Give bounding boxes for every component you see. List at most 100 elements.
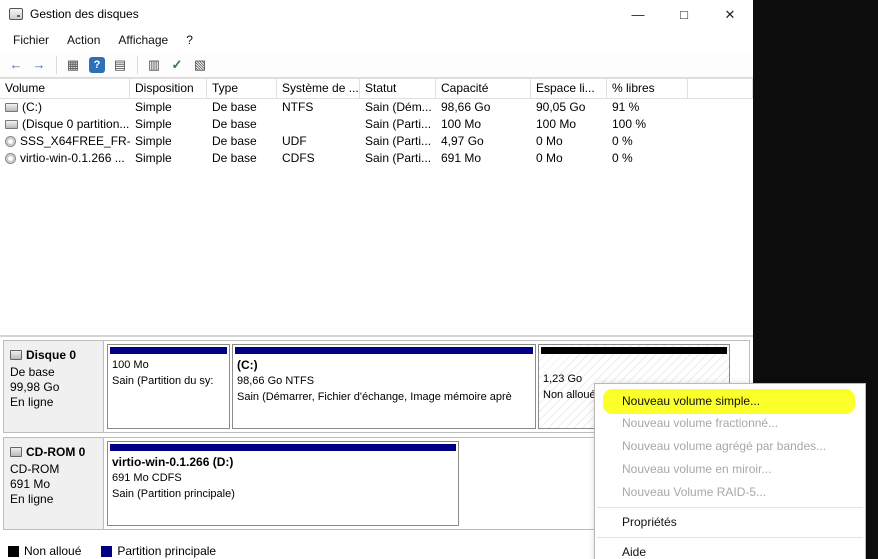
action-pane-icon[interactable]: ▥ <box>143 55 165 75</box>
toolbar-separator <box>56 56 57 74</box>
properties-icon[interactable]: ▧ <box>189 55 211 75</box>
app-icon <box>9 8 23 20</box>
legend-label-primary: Partition principale <box>117 544 216 558</box>
window-title: Gestion des disques <box>30 7 139 21</box>
context-menu: Nouveau volume simple... Nouveau volume … <box>594 383 866 559</box>
cell-pct-libres: 0 % <box>607 133 688 150</box>
partition-size: 100 Mo <box>112 357 229 373</box>
disk0-label-panel[interactable]: Disque 0 De base 99,98 Go En ligne <box>4 341 104 432</box>
column-header-type[interactable]: Type <box>207 79 277 98</box>
menu-action[interactable]: Action <box>58 29 109 52</box>
cell-statut: Sain (Parti... <box>360 116 436 133</box>
cdrom-icon <box>10 447 22 457</box>
partition-d-drive[interactable]: virtio-win-0.1.266 (D:) 691 Mo CDFS Sain… <box>107 441 459 526</box>
cell-volume: virtio-win-0.1.266 ... <box>20 150 125 167</box>
list-header: Volume Disposition Type Système de ... S… <box>0 79 753 99</box>
cell-type: De base <box>207 99 277 116</box>
drive-icon <box>5 103 18 112</box>
table-row[interactable]: (C:) Simple De base NTFS Sain (Dém... 98… <box>0 99 753 116</box>
partition-size: 691 Mo CDFS <box>112 470 458 486</box>
cell-type: De base <box>207 133 277 150</box>
menu-affichage[interactable]: Affichage <box>109 29 177 52</box>
menu-item-proprietes[interactable]: Propriétés <box>595 511 865 534</box>
table-row[interactable]: virtio-win-0.1.266 ... Simple De base CD… <box>0 150 753 167</box>
back-icon[interactable]: ← <box>5 55 27 75</box>
cell-capacite: 100 Mo <box>436 116 531 133</box>
cell-disposition: Simple <box>130 99 207 116</box>
cdrom0-size: 691 Mo <box>10 477 97 492</box>
export-list-icon[interactable]: ▤ <box>109 55 131 75</box>
menu-separator <box>597 507 863 508</box>
toolbar-separator <box>137 56 138 74</box>
title-bar[interactable]: Gestion des disques — □ ✕ <box>0 0 753 29</box>
check-icon[interactable]: ✓ <box>166 55 188 75</box>
help-icon[interactable]: ? <box>89 57 105 73</box>
column-header-disposition[interactable]: Disposition <box>130 79 207 98</box>
legend-label-unallocated: Non alloué <box>24 544 81 558</box>
disk0-type: De base <box>10 365 97 380</box>
legend: Non alloué Partition principale <box>8 544 216 558</box>
cdrom0-status: En ligne <box>10 492 97 507</box>
partition-status: Sain (Démarrer, Fichier d'échange, Image… <box>237 389 535 405</box>
cell-espace-libre: 0 Mo <box>531 150 607 167</box>
partition-stripe <box>110 347 227 354</box>
minimize-button[interactable]: — <box>615 0 661 29</box>
table-row[interactable]: SSS_X64FREE_FR-F... Simple De base UDF S… <box>0 133 753 150</box>
cell-statut: Sain (Parti... <box>360 150 436 167</box>
menu-item-nouveau-volume-simple[interactable]: Nouveau volume simple... <box>595 389 865 412</box>
cell-capacite: 691 Mo <box>436 150 531 167</box>
close-button[interactable]: ✕ <box>707 0 753 29</box>
partition-status: Sain (Partition du sy: <box>112 373 229 389</box>
cell-disposition: Simple <box>130 116 207 133</box>
forward-icon[interactable]: → <box>28 55 50 75</box>
cell-pct-libres: 100 % <box>607 116 688 133</box>
table-row[interactable]: (Disque 0 partition... Simple De base Sa… <box>0 116 753 133</box>
partition-stripe <box>110 444 456 451</box>
menu-item-nouveau-volume-miroir: Nouveau volume en miroir... <box>595 458 865 481</box>
maximize-button[interactable]: □ <box>661 0 707 29</box>
disk-icon <box>10 350 22 360</box>
cdrom0-label-panel[interactable]: CD-ROM 0 CD-ROM 691 Mo En ligne <box>4 438 104 529</box>
cell-capacite: 4,97 Go <box>436 133 531 150</box>
column-header-statut[interactable]: Statut <box>360 79 436 98</box>
menu-item-aide[interactable]: Aide <box>595 541 865 559</box>
partition-c-drive[interactable]: (C:) 98,66 Go NTFS Sain (Démarrer, Fichi… <box>232 344 536 429</box>
menu-item-nouveau-volume-agrege: Nouveau volume agrégé par bandes... <box>595 435 865 458</box>
cell-filesystem <box>277 116 360 133</box>
menu-bar: Fichier Action Affichage ? <box>0 29 753 52</box>
column-header-volume[interactable]: Volume <box>0 79 130 98</box>
cd-icon <box>5 136 16 147</box>
menu-help[interactable]: ? <box>177 29 202 52</box>
column-header-filler <box>688 79 753 98</box>
menu-separator <box>597 537 863 538</box>
cell-capacite: 98,66 Go <box>436 99 531 116</box>
partition-name: virtio-win-0.1.266 (D:) <box>112 454 458 470</box>
drive-icon <box>5 120 18 129</box>
cell-filesystem: CDFS <box>277 150 360 167</box>
cell-type: De base <box>207 150 277 167</box>
partition-stripe <box>235 347 533 354</box>
cell-volume: (Disque 0 partition... <box>22 116 129 133</box>
cell-filesystem: UDF <box>277 133 360 150</box>
cell-volume: (C:) <box>22 99 42 116</box>
cell-disposition: Simple <box>130 133 207 150</box>
column-header-espace-libre[interactable]: Espace li... <box>531 79 607 98</box>
menu-fichier[interactable]: Fichier <box>4 29 58 52</box>
toolbar: ← → ▦ ? ▤ ▥ ✓ ▧ <box>0 52 753 78</box>
disk0-name: Disque 0 <box>26 348 76 362</box>
column-header-pct-libres[interactable]: % libres <box>607 79 688 98</box>
partition-stripe <box>541 347 727 354</box>
partition-system-reserved[interactable]: 100 Mo Sain (Partition du sy: <box>107 344 230 429</box>
legend-swatch-primary <box>101 546 112 557</box>
volume-list-pane: Volume Disposition Type Système de ... S… <box>0 78 753 337</box>
highlight-marker: Nouveau volume simple... <box>603 389 855 414</box>
console-tree-icon[interactable]: ▦ <box>62 55 84 75</box>
cdrom0-name: CD-ROM 0 <box>26 445 85 459</box>
partition-name: (C:) <box>237 357 535 373</box>
column-header-capacite[interactable]: Capacité <box>436 79 531 98</box>
menu-item-nouveau-volume-raid5: Nouveau Volume RAID-5... <box>595 481 865 504</box>
cell-espace-libre: 100 Mo <box>531 116 607 133</box>
cell-disposition: Simple <box>130 150 207 167</box>
disk0-size: 99,98 Go <box>10 380 97 395</box>
column-header-filesystem[interactable]: Système de ... <box>277 79 360 98</box>
